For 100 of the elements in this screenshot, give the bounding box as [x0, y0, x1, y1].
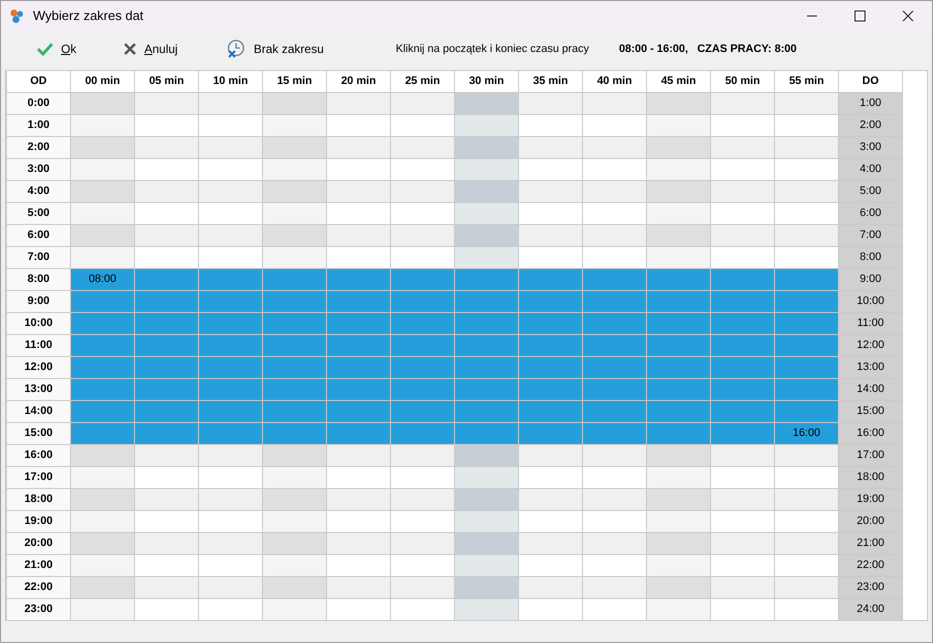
time-cell[interactable] — [583, 181, 647, 203]
time-cell[interactable] — [583, 533, 647, 555]
time-cell[interactable] — [199, 555, 263, 577]
time-cell[interactable] — [391, 181, 455, 203]
time-cell[interactable] — [135, 313, 199, 335]
time-cell[interactable] — [71, 181, 135, 203]
time-cell[interactable] — [711, 203, 775, 225]
time-cell[interactable] — [711, 137, 775, 159]
time-cell[interactable] — [263, 203, 327, 225]
time-cell[interactable] — [711, 291, 775, 313]
time-cell[interactable] — [519, 467, 583, 489]
time-cell[interactable] — [775, 291, 839, 313]
time-cell[interactable] — [583, 423, 647, 445]
time-cell[interactable] — [71, 599, 135, 621]
time-cell[interactable] — [199, 159, 263, 181]
time-cell[interactable] — [391, 225, 455, 247]
time-cell[interactable] — [327, 555, 391, 577]
time-cell[interactable] — [583, 291, 647, 313]
time-cell[interactable] — [775, 137, 839, 159]
time-cell[interactable] — [647, 467, 711, 489]
time-cell[interactable] — [519, 313, 583, 335]
time-cell[interactable] — [263, 115, 327, 137]
time-cell[interactable] — [583, 203, 647, 225]
time-cell[interactable] — [71, 247, 135, 269]
time-cell[interactable] — [583, 489, 647, 511]
time-cell[interactable] — [327, 269, 391, 291]
time-cell[interactable] — [647, 445, 711, 467]
time-cell[interactable] — [391, 467, 455, 489]
time-cell[interactable] — [583, 577, 647, 599]
time-cell[interactable] — [775, 159, 839, 181]
time-cell[interactable] — [583, 247, 647, 269]
time-cell[interactable] — [199, 489, 263, 511]
time-cell[interactable] — [519, 225, 583, 247]
time-cell[interactable] — [711, 533, 775, 555]
time-cell[interactable] — [327, 137, 391, 159]
time-cell[interactable] — [519, 269, 583, 291]
time-cell[interactable] — [327, 181, 391, 203]
time-cell[interactable] — [775, 445, 839, 467]
time-cell[interactable] — [71, 467, 135, 489]
time-cell[interactable] — [455, 599, 519, 621]
time-cell[interactable] — [711, 467, 775, 489]
time-cell[interactable] — [199, 423, 263, 445]
time-cell[interactable] — [711, 511, 775, 533]
time-cell[interactable] — [135, 489, 199, 511]
time-cell[interactable] — [327, 533, 391, 555]
time-cell[interactable] — [455, 401, 519, 423]
time-cell[interactable] — [711, 445, 775, 467]
time-cell[interactable] — [391, 269, 455, 291]
time-cell[interactable] — [71, 379, 135, 401]
time-cell[interactable] — [711, 115, 775, 137]
time-cell[interactable] — [71, 577, 135, 599]
time-cell[interactable] — [711, 555, 775, 577]
time-cell[interactable] — [711, 401, 775, 423]
time-cell[interactable] — [135, 203, 199, 225]
time-cell[interactable] — [711, 181, 775, 203]
time-cell[interactable] — [263, 401, 327, 423]
time-cell[interactable] — [775, 379, 839, 401]
time-cell[interactable] — [199, 401, 263, 423]
time-cell[interactable] — [71, 313, 135, 335]
time-cell[interactable] — [135, 357, 199, 379]
time-cell[interactable] — [135, 533, 199, 555]
time-cell[interactable] — [647, 335, 711, 357]
time-cell[interactable] — [71, 335, 135, 357]
time-cell[interactable] — [583, 357, 647, 379]
time-cell[interactable] — [199, 181, 263, 203]
time-cell[interactable] — [391, 247, 455, 269]
time-cell[interactable] — [71, 401, 135, 423]
time-cell[interactable] — [775, 181, 839, 203]
time-cell[interactable] — [583, 445, 647, 467]
time-cell[interactable] — [775, 93, 839, 115]
time-cell[interactable] — [711, 93, 775, 115]
time-cell[interactable] — [647, 577, 711, 599]
time-cell[interactable] — [519, 401, 583, 423]
time-cell[interactable] — [455, 291, 519, 313]
time-cell[interactable] — [519, 93, 583, 115]
time-cell[interactable] — [71, 555, 135, 577]
time-cell[interactable] — [647, 511, 711, 533]
time-cell[interactable] — [519, 203, 583, 225]
time-cell[interactable] — [263, 269, 327, 291]
time-cell[interactable] — [327, 357, 391, 379]
time-cell[interactable] — [135, 379, 199, 401]
time-cell[interactable] — [391, 423, 455, 445]
time-cell[interactable] — [647, 379, 711, 401]
close-icon[interactable] — [902, 10, 914, 22]
time-cell[interactable] — [519, 291, 583, 313]
time-cell[interactable] — [199, 291, 263, 313]
time-cell[interactable] — [71, 423, 135, 445]
time-cell[interactable] — [519, 489, 583, 511]
maximize-icon[interactable] — [854, 10, 866, 22]
time-cell[interactable] — [647, 247, 711, 269]
time-cell[interactable] — [647, 599, 711, 621]
time-cell[interactable] — [455, 93, 519, 115]
time-cell[interactable] — [519, 357, 583, 379]
time-cell[interactable] — [455, 445, 519, 467]
time-cell[interactable] — [583, 269, 647, 291]
time-cell[interactable] — [519, 511, 583, 533]
time-cell[interactable] — [135, 401, 199, 423]
time-cell[interactable] — [71, 291, 135, 313]
time-cell[interactable] — [647, 313, 711, 335]
time-cell[interactable] — [647, 137, 711, 159]
